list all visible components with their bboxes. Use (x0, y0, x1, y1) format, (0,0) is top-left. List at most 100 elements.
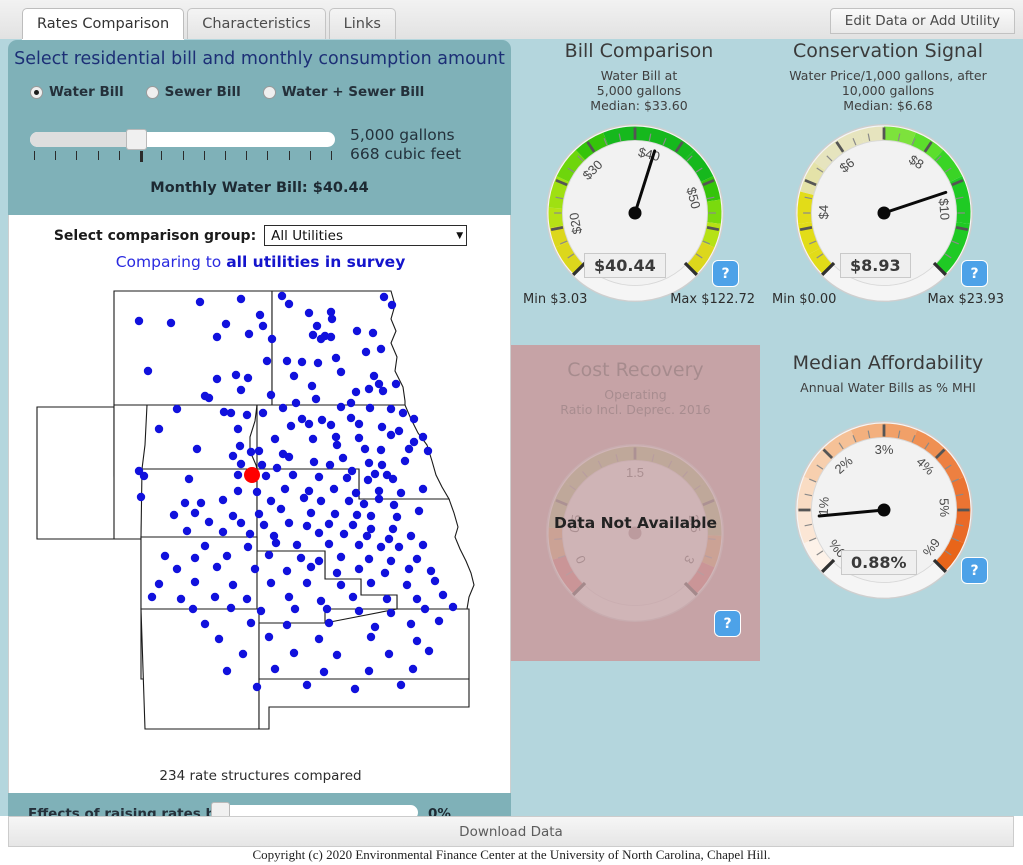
map-point[interactable] (409, 414, 419, 424)
map-point[interactable] (386, 404, 396, 414)
map-point[interactable] (324, 519, 334, 529)
map-point[interactable] (346, 413, 356, 423)
map-point[interactable] (332, 440, 342, 450)
map-point[interactable] (180, 498, 190, 508)
comparison-group-select[interactable]: All Utilities ▼ (264, 225, 468, 246)
consumption-slider-track[interactable] (30, 129, 335, 150)
map-point[interactable] (228, 511, 238, 521)
map-point[interactable] (326, 332, 336, 342)
map-point[interactable] (338, 453, 348, 463)
map-point[interactable] (365, 403, 375, 413)
map-point[interactable] (364, 554, 374, 564)
map-point[interactable] (414, 506, 424, 516)
map-point[interactable] (409, 437, 419, 447)
map-point[interactable] (176, 594, 186, 604)
map-point[interactable] (374, 494, 384, 504)
map-point[interactable] (389, 500, 399, 510)
map-point[interactable] (238, 649, 248, 659)
map-point[interactable] (299, 493, 309, 503)
map-point[interactable] (386, 556, 396, 566)
map-point[interactable] (204, 517, 214, 527)
map-point[interactable] (420, 604, 430, 614)
map-point[interactable] (278, 403, 288, 413)
map-point[interactable] (284, 299, 294, 309)
map-point[interactable] (270, 664, 280, 674)
map-point[interactable] (352, 326, 362, 336)
map-point[interactable] (402, 580, 412, 590)
map-point[interactable] (332, 568, 342, 578)
map-point[interactable] (386, 430, 396, 440)
map-point[interactable] (418, 540, 428, 550)
map-point[interactable] (325, 460, 335, 470)
map-point[interactable] (282, 620, 292, 630)
map-point[interactable] (376, 445, 386, 455)
map-point[interactable] (222, 666, 232, 676)
map-point[interactable] (430, 576, 440, 586)
map-point[interactable] (354, 433, 364, 443)
map-point[interactable] (302, 578, 312, 588)
map-point[interactable] (204, 393, 214, 403)
map-point[interactable] (359, 499, 369, 509)
map-point[interactable] (308, 330, 318, 340)
map-point[interactable] (231, 370, 241, 380)
map-point[interactable] (261, 471, 271, 481)
map-point[interactable] (332, 650, 342, 660)
consumption-slider[interactable] (30, 129, 335, 163)
map-point[interactable] (426, 566, 436, 576)
map-point[interactable] (324, 618, 334, 628)
consumption-slider-handle[interactable] (126, 129, 147, 150)
map-point[interactable] (266, 496, 276, 506)
map-point[interactable] (329, 484, 339, 494)
map-point[interactable] (222, 551, 232, 561)
map-point[interactable] (384, 534, 394, 544)
map-point[interactable] (136, 492, 146, 502)
map-point[interactable] (369, 371, 379, 381)
map-point[interactable] (277, 291, 287, 301)
map-point[interactable] (200, 619, 210, 629)
edit-data-or-add-utility-button[interactable]: Edit Data or Add Utility (829, 8, 1015, 34)
map-point[interactable] (297, 357, 307, 367)
map-point[interactable] (264, 632, 274, 642)
radio-water-bill[interactable]: Water Bill (30, 84, 124, 100)
map-point[interactable] (438, 590, 448, 600)
map-point[interactable] (172, 404, 182, 414)
map-point[interactable] (314, 528, 324, 538)
map-point[interactable] (404, 444, 414, 454)
map-point[interactable] (286, 421, 296, 431)
download-data-button[interactable]: Download Data (8, 816, 1014, 847)
map-point[interactable] (250, 564, 260, 574)
map-point[interactable] (284, 592, 294, 602)
map-point[interactable] (424, 646, 434, 656)
map-point[interactable] (284, 452, 294, 462)
map-point[interactable] (370, 469, 380, 479)
map-point[interactable] (212, 374, 222, 384)
map-point[interactable] (378, 386, 388, 396)
map-point[interactable] (316, 596, 326, 606)
map-point[interactable] (392, 512, 402, 522)
map-point[interactable] (386, 608, 396, 618)
radio-water-plus-sewer-bill[interactable]: Water + Sewer Bill (262, 84, 424, 100)
map-point[interactable] (196, 498, 206, 508)
map-point[interactable] (297, 414, 307, 424)
map-point[interactable] (302, 680, 312, 690)
map-point[interactable] (267, 334, 277, 344)
map-point[interactable] (304, 419, 314, 429)
map-point[interactable] (200, 541, 210, 551)
map-point[interactable] (210, 592, 220, 602)
map-point[interactable] (228, 451, 238, 461)
map-point[interactable] (394, 426, 404, 436)
map-point[interactable] (408, 664, 418, 674)
map-point[interactable] (387, 300, 397, 310)
map-point[interactable] (236, 459, 246, 469)
median-affordability-help-button[interactable]: ? (961, 557, 988, 584)
map-point[interactable] (406, 619, 416, 629)
map-point[interactable] (348, 592, 358, 602)
map-point[interactable] (292, 540, 302, 550)
map-point[interactable] (246, 447, 256, 457)
map-point[interactable] (336, 402, 346, 412)
map-point[interactable] (406, 531, 416, 541)
map-point[interactable] (236, 294, 246, 304)
map-point[interactable] (336, 552, 346, 562)
map-point[interactable] (394, 542, 404, 552)
map-point[interactable] (226, 408, 236, 418)
